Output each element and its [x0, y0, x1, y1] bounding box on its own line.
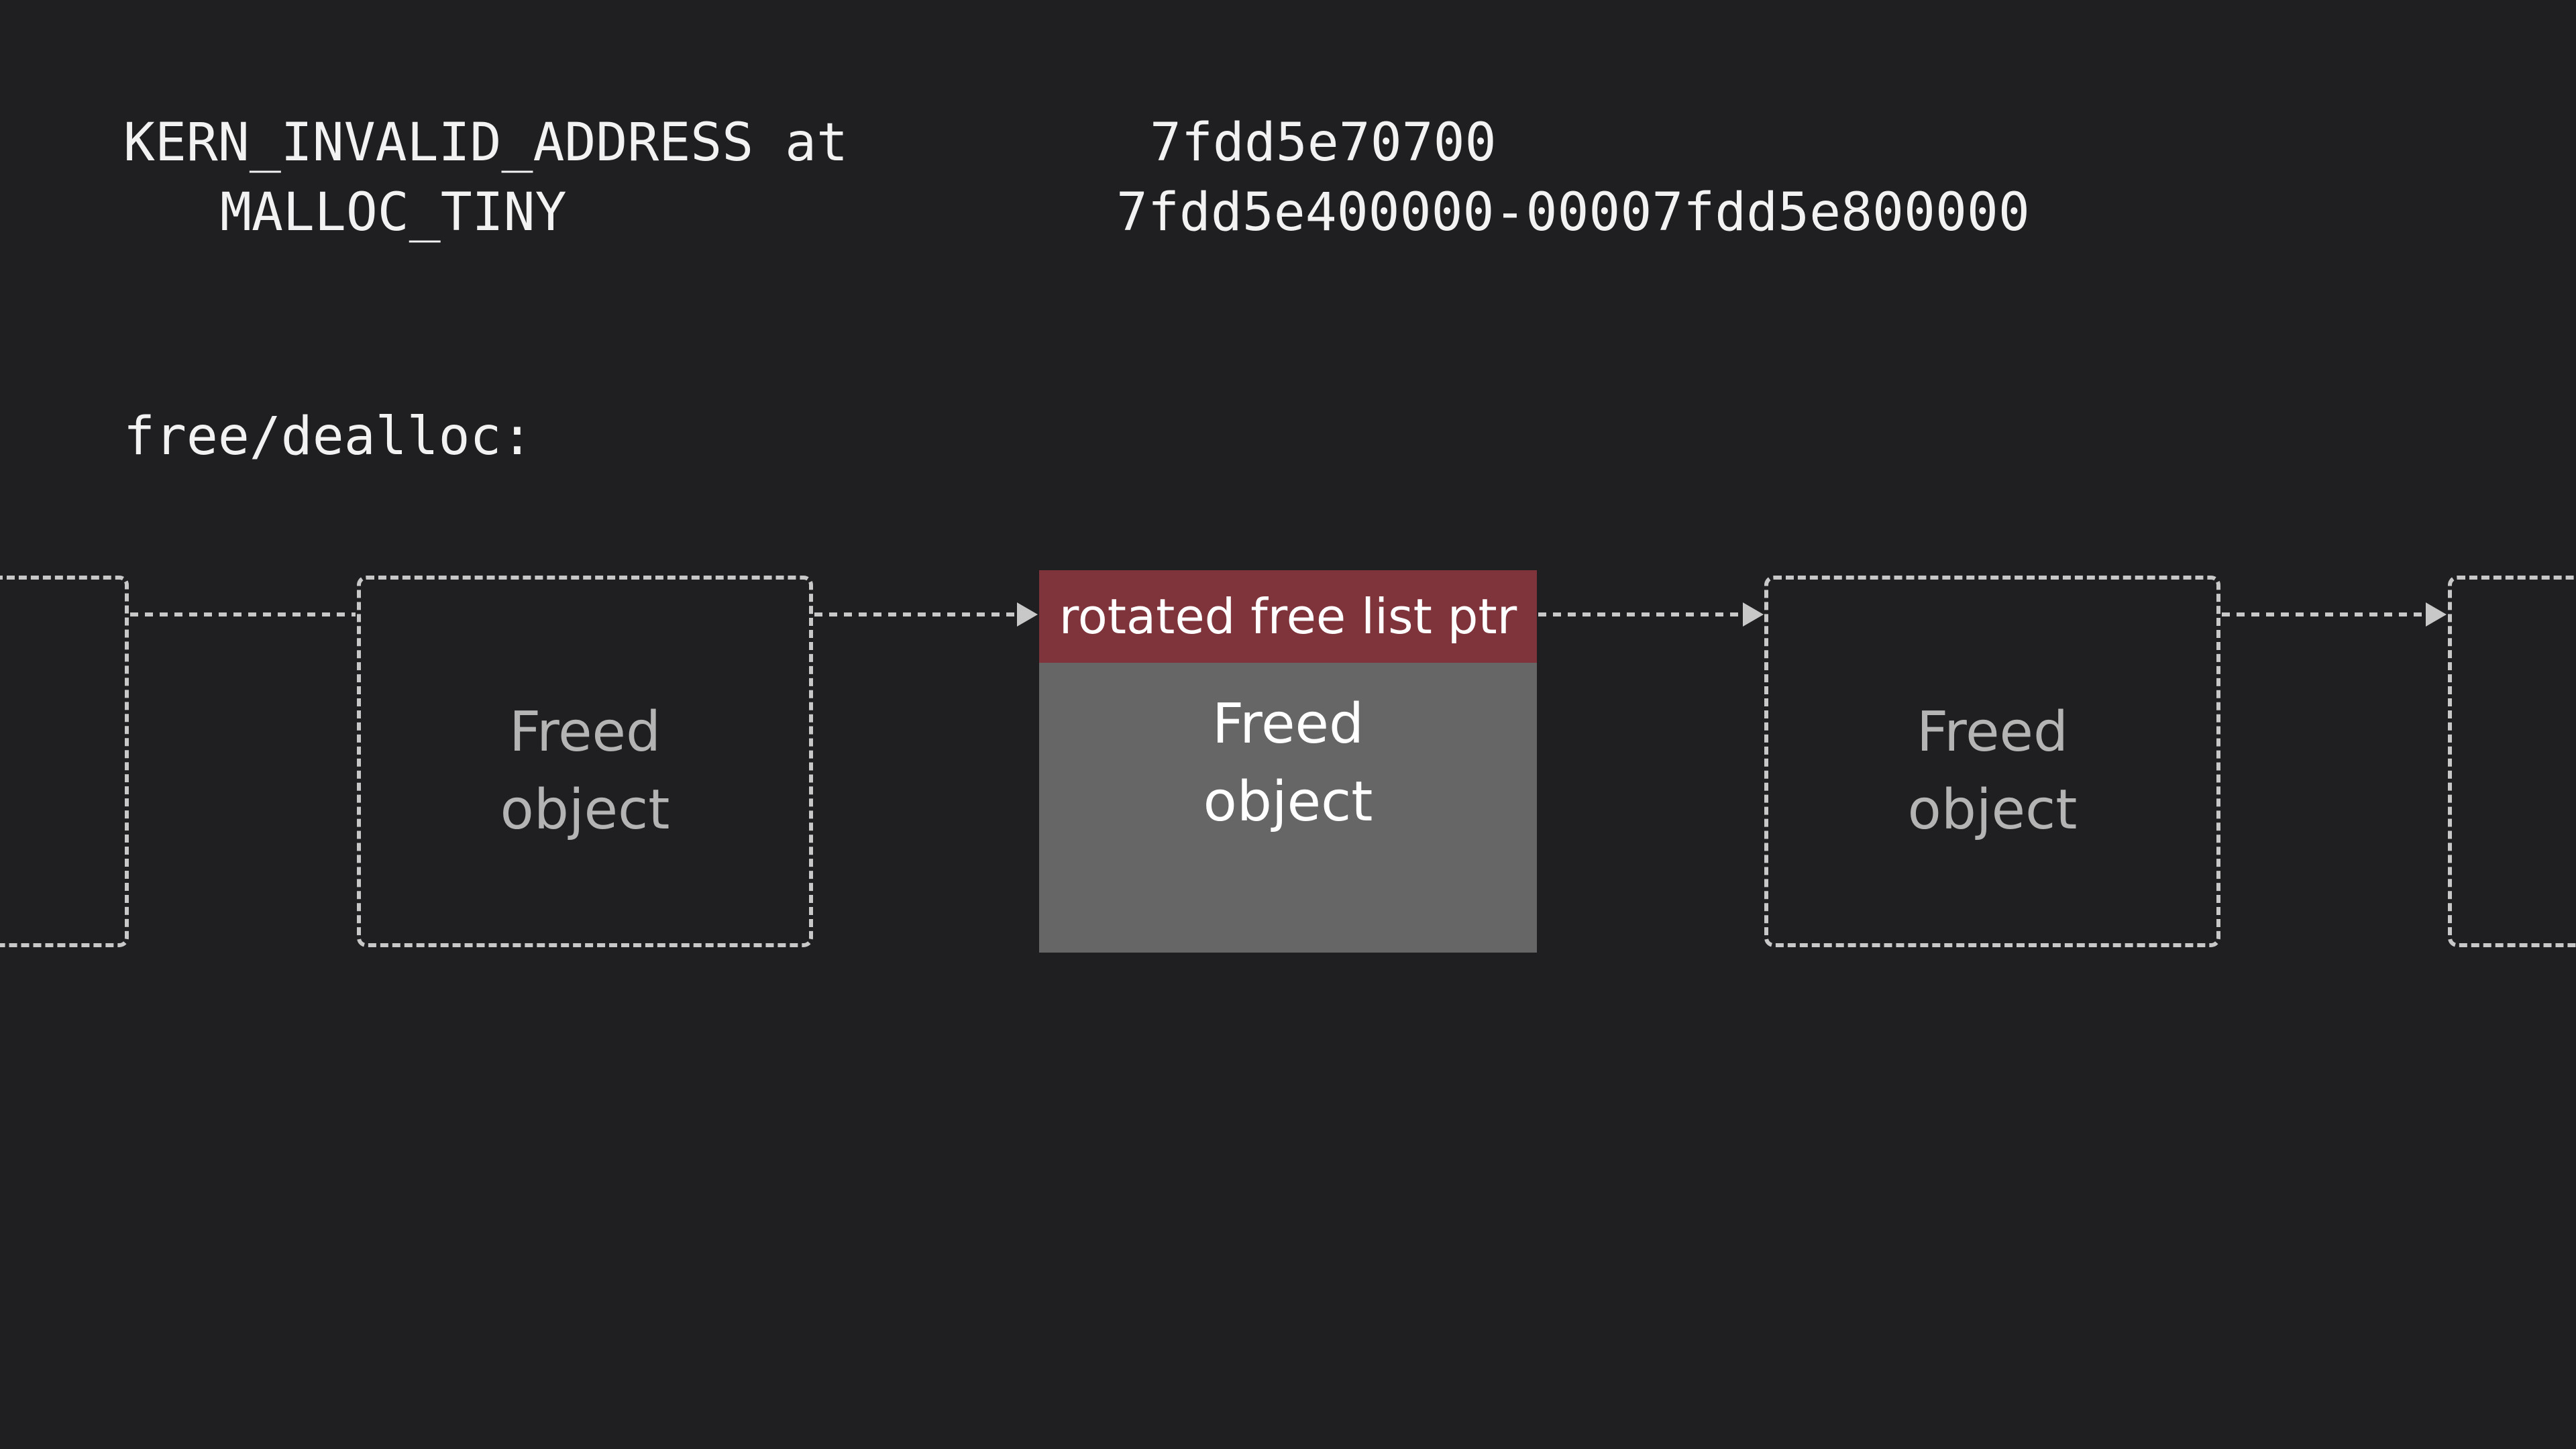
arrow-head-3: [2426, 602, 2447, 627]
exception-address: 7fdd5e70700: [1150, 113, 1497, 173]
freed-object-1: Freed object: [357, 576, 813, 947]
operation-label: free/dealloc:: [123, 407, 533, 467]
freed-object-1-label: Freed object: [500, 700, 670, 842]
freed-object-2-label: Freed object: [1203, 692, 1373, 834]
freed-object-3-label: Freed object: [1907, 700, 2078, 842]
region-label: MALLOC_TINY: [220, 182, 567, 243]
exception-label: KERN_INVALID_ADDRESS at: [123, 113, 849, 173]
region-range: 7fdd5e400000-00007fdd5e800000: [1116, 182, 2030, 243]
arrow-head-2: [1743, 602, 1764, 627]
freed-object-offscreen-right: [2448, 576, 2576, 947]
rotated-free-list-ptr: rotated free list ptr: [1039, 570, 1537, 663]
arrow-head-1: [1017, 602, 1038, 627]
freed-object-2-highlighted: rotated free list ptr Freed object: [1039, 570, 1537, 953]
freed-object-offscreen-left: [0, 576, 129, 947]
freed-object-3: Freed object: [1764, 576, 2220, 947]
